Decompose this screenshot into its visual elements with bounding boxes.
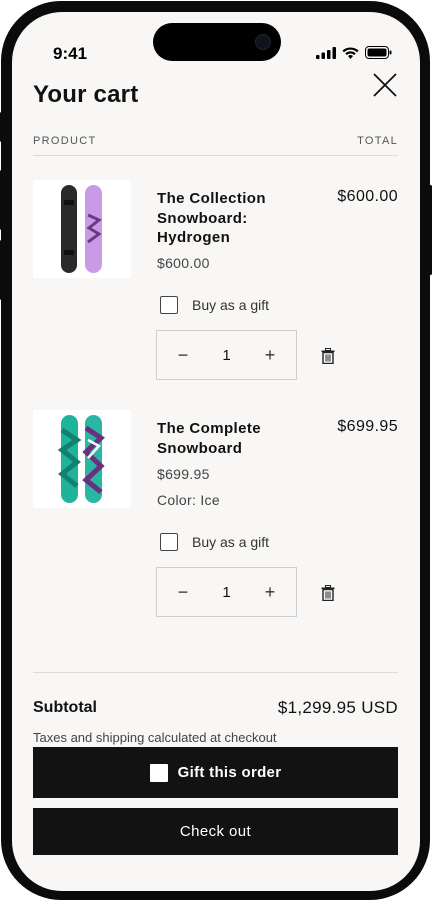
decrease-quantity-button[interactable]: − [175,345,191,366]
snowboard-image [61,185,102,273]
gift-label: Buy as a gift [192,534,270,550]
quantity-stepper[interactable]: − 1 + [156,330,297,380]
close-icon[interactable] [371,71,399,99]
wifi-icon [342,46,359,59]
trash-icon[interactable] [321,585,335,601]
trash-icon[interactable] [321,348,335,364]
checkout-label: Check out [179,823,252,840]
volume-up-button [0,170,3,230]
battery-icon [365,46,392,59]
volume-down-button [0,240,3,300]
gift-order-label: Gift this order [177,764,282,781]
subtotal-value: $1,299.95 USD [277,698,398,717]
item-total: $600.00 [337,188,398,205]
quantity-value[interactable]: 1 [222,584,230,601]
checkout-button[interactable]: Check out [33,808,398,855]
item-variant: Color: Ice [157,492,220,508]
item-price: $600.00 [157,255,210,271]
gift-option[interactable]: Buy as a gift [160,533,269,551]
snowboard-image [57,415,106,503]
status-icons [316,46,392,59]
increase-quantity-button[interactable]: + [262,582,278,603]
increase-quantity-button[interactable]: + [262,345,278,366]
footer-divider [33,672,398,673]
side-button [0,112,3,142]
item-total: $699.95 [337,418,398,435]
decrease-quantity-button[interactable]: − [175,582,191,603]
gift-checkbox[interactable] [160,296,178,314]
camera-icon [255,34,271,50]
taxes-note: Taxes and shipping calculated at checkou… [33,730,277,745]
gift-label: Buy as a gift [192,297,270,313]
signal-icon [316,46,336,59]
phone-frame: 9:41 Your cart PRODUCT TOTAL The Collect… [1,1,430,900]
product-image-hydrogen[interactable] [33,180,131,278]
quantity-value[interactable]: 1 [222,347,230,364]
header-divider [33,155,398,156]
gift-order-button[interactable]: Gift this order [33,747,398,798]
subtotal-label: Subtotal [33,699,97,716]
item-price: $699.95 [157,466,210,482]
gift-checkbox[interactable] [160,533,178,551]
column-header-product: PRODUCT [33,135,97,147]
screen: 9:41 Your cart PRODUCT TOTAL The Collect… [12,12,420,891]
item-name[interactable]: The Collection Snowboard: Hydrogen [157,189,307,248]
cart-title: Your cart [33,81,139,108]
dynamic-island [153,23,281,61]
gift-option[interactable]: Buy as a gift [160,296,269,314]
quantity-stepper[interactable]: − 1 + [156,567,297,617]
item-name[interactable]: The Complete Snowboard [157,419,307,458]
gift-order-checkbox[interactable] [149,763,168,782]
product-image-complete[interactable] [33,410,131,508]
column-header-total: TOTAL [357,135,398,147]
status-time: 9:41 [53,44,88,63]
